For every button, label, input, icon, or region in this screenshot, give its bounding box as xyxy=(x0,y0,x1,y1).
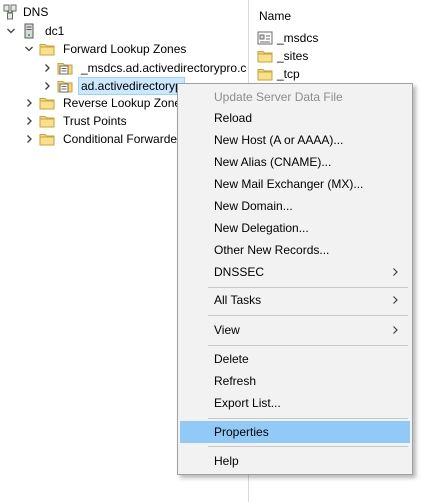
list-item[interactable]: _msdcs xyxy=(257,29,318,47)
menu-item-refresh[interactable]: Refresh xyxy=(180,370,410,392)
menu-item-dnssec[interactable]: DNSSEC xyxy=(180,261,410,283)
menu-item-label: View xyxy=(214,323,240,337)
folder-icon xyxy=(257,48,273,64)
tree-node-label: DNS xyxy=(23,5,49,19)
tree-node-forward-lookup-zones[interactable]: Forward Lookup Zones xyxy=(22,39,188,59)
menu-item-label: New Alias (CNAME)... xyxy=(214,155,332,169)
tree-node-trust-points[interactable]: Trust Points xyxy=(22,111,129,131)
menu-item-label: Other New Records... xyxy=(214,243,330,257)
list-item[interactable]: _sites xyxy=(257,47,308,65)
tree-node-server-dc1[interactable]: dc1 xyxy=(4,21,66,41)
menu-item-all-tasks[interactable]: All Tasks xyxy=(180,289,410,311)
chevron-right-icon xyxy=(390,295,400,305)
menu-separator xyxy=(208,345,408,346)
list-item-label: _msdcs xyxy=(277,31,319,45)
menu-item-new-alias[interactable]: New Alias (CNAME)... xyxy=(180,151,410,173)
chevron-right-icon[interactable] xyxy=(22,132,36,146)
tree-node-label: Conditional Forwarder xyxy=(63,132,182,146)
menu-item-view[interactable]: View xyxy=(180,319,410,341)
zone-icon xyxy=(57,60,73,76)
menu-item-new-domain[interactable]: New Domain... xyxy=(180,195,410,217)
context-menu: Update Server Data File Reload New Host … xyxy=(177,83,413,475)
dns-icon xyxy=(2,4,18,20)
menu-item-new-delegation[interactable]: New Delegation... xyxy=(180,217,410,239)
menu-item-delete[interactable]: Delete xyxy=(180,348,410,370)
menu-item-label: Properties xyxy=(214,425,269,439)
tree-node-zone-msdcs[interactable]: _msdcs.ad.activedirectorypro.co xyxy=(40,58,247,78)
menu-separator xyxy=(208,315,408,316)
folder-icon xyxy=(39,131,55,147)
menu-item-label: Delete xyxy=(214,352,249,366)
menu-item-update-server-data-file: Update Server Data File xyxy=(180,86,410,108)
menu-item-label: DNSSEC xyxy=(214,265,265,279)
chevron-down-icon[interactable] xyxy=(4,24,18,38)
list-item-label: _tcp xyxy=(277,67,300,81)
tree-node-label: ad.activedirectoryp xyxy=(78,77,185,95)
menu-item-help[interactable]: Help xyxy=(180,450,410,472)
menu-item-label: All Tasks xyxy=(214,293,262,307)
chevron-right-icon[interactable] xyxy=(22,96,36,110)
menu-item-export-list[interactable]: Export List... xyxy=(180,392,410,414)
menu-item-reload[interactable]: Reload xyxy=(180,107,410,129)
chevron-right-icon[interactable] xyxy=(40,61,54,75)
menu-item-label: Export List... xyxy=(214,396,281,410)
menu-item-properties[interactable]: Properties xyxy=(180,421,410,443)
chevron-down-icon[interactable] xyxy=(22,42,36,56)
menu-item-label: New Domain... xyxy=(214,199,293,213)
tree-node-reverse-lookup-zones[interactable]: Reverse Lookup Zones xyxy=(22,93,189,113)
menu-item-label: New Mail Exchanger (MX)... xyxy=(214,177,364,191)
menu-item-new-host[interactable]: New Host (A or AAAA)... xyxy=(180,129,410,151)
menu-item-label: Reload xyxy=(214,111,253,125)
tree-node-label: _msdcs.ad.activedirectorypro.co xyxy=(81,61,247,75)
menu-separator xyxy=(208,418,408,419)
menu-item-label: Help xyxy=(214,454,239,468)
folder-icon xyxy=(39,113,55,129)
chevron-right-icon[interactable] xyxy=(22,114,36,128)
list-item-label: _sites xyxy=(277,49,309,63)
server-icon xyxy=(21,23,37,39)
menu-item-label: Refresh xyxy=(214,374,257,388)
folder-icon xyxy=(257,66,273,82)
chevron-right-icon xyxy=(390,267,400,277)
menu-separator xyxy=(208,287,408,288)
tree-node-label: Reverse Lookup Zones xyxy=(63,96,188,110)
menu-item-new-mail-exchanger[interactable]: New Mail Exchanger (MX)... xyxy=(180,173,410,195)
column-header-label: Name xyxy=(259,9,292,23)
tree-node-label: Trust Points xyxy=(63,114,127,128)
menu-item-other-new-records[interactable]: Other New Records... xyxy=(180,239,410,261)
tree-node-label: dc1 xyxy=(45,24,65,38)
tree-node-dns[interactable]: DNS xyxy=(2,2,50,22)
folder-icon xyxy=(39,95,55,111)
menu-separator xyxy=(208,446,408,447)
list-item[interactable]: _tcp xyxy=(257,65,300,83)
tree-node-conditional-forwarders[interactable]: Conditional Forwarder xyxy=(22,129,183,149)
tree-node-label: Forward Lookup Zones xyxy=(63,42,187,56)
chevron-right-icon[interactable] xyxy=(40,79,54,93)
menu-item-label: Update Server Data File xyxy=(214,90,343,104)
zone-icon xyxy=(257,30,273,46)
folder-icon xyxy=(39,41,55,57)
menu-item-label: New Host (A or AAAA)... xyxy=(214,133,344,147)
column-header-name[interactable]: Name xyxy=(249,0,423,30)
zone-icon xyxy=(57,78,73,94)
chevron-right-icon xyxy=(390,325,400,335)
menu-item-label: New Delegation... xyxy=(214,221,309,235)
